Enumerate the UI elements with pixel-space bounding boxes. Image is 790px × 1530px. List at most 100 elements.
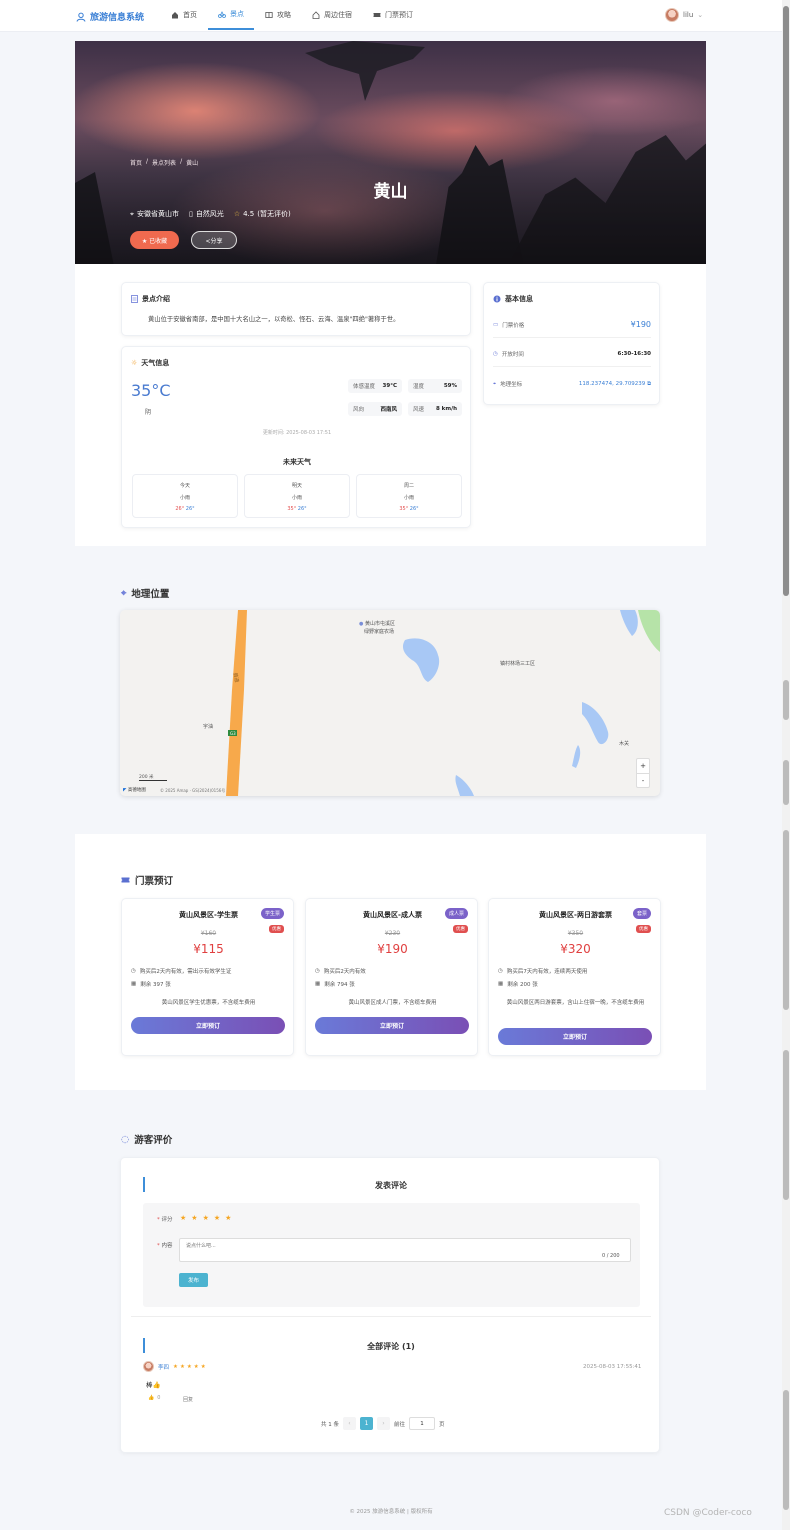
value: 59% (443, 383, 457, 389)
avatar (665, 8, 679, 22)
info-icon (493, 295, 501, 303)
comment-user[interactable]: 李四 (158, 1363, 169, 1371)
nav-item-ticket[interactable]: 门票预订 (373, 0, 413, 30)
page-button[interactable]: 1 (360, 1417, 373, 1430)
scroll-thumb[interactable] (783, 6, 789, 596)
zoom-control: + - (636, 758, 650, 788)
share-button[interactable]: <分享 (191, 231, 237, 249)
original-price: ¥230 (384, 930, 401, 937)
nav-item-guide[interactable]: 攻略 (265, 0, 291, 30)
scrollbar[interactable] (782, 0, 790, 1530)
validity-text: 购买后7天内有效，连续两天使用 (506, 969, 588, 975)
rating-stars[interactable]: ★ ★ ★ ★ ★ (180, 1214, 231, 1222)
map-view[interactable]: ● 黄山市屯溪区 绿野家庭农场 镇村林场三工区 宇油 木关 县道 G3 200 … (120, 610, 660, 796)
review-textarea[interactable] (179, 1238, 631, 1262)
ticket-validity: ◷ 购买后2天内有效，需出示有效学生证 (131, 967, 231, 975)
nav-item-scenic[interactable]: 景点 (208, 0, 254, 30)
star-icon[interactable]: ★ (191, 1214, 197, 1222)
ticket-type-badge: 套票 (632, 908, 651, 919)
like-button[interactable]: 👍 0 (148, 1395, 160, 1401)
card-title: 基本信息 (505, 295, 533, 303)
ticket-card: 黄山风景区-两日游套票 套票 优惠 ¥350 ¥320 ◷ 购买后7天内有效，连续… (488, 898, 661, 1056)
zoom-in-button[interactable]: + (637, 759, 649, 774)
star-icon[interactable]: ★ (180, 1214, 186, 1222)
highway-road (226, 610, 247, 796)
water-body (620, 610, 638, 636)
avatar (143, 1361, 154, 1372)
coord-value[interactable]: 118.237474, 29.709239 ⧉ (579, 381, 651, 388)
forecast-day-name: 今天 (179, 483, 190, 489)
water-body (402, 638, 440, 682)
map-label: 绿野家庭农场 (364, 629, 395, 635)
hero-banner: 首页 / 景点列表 / 黄山 黄山 ⌖ 安徽省黄山市 ▯ 自然风光 ☆ 4.5 (暂无评… (75, 41, 706, 264)
pagination: 共 1 条 ‹ 1 › 前往 1 页 (321, 1417, 445, 1430)
book-now-button[interactable]: 立即预订 (131, 1017, 285, 1034)
water-body (572, 745, 581, 768)
comment-time: 2025-08-03 17:55:41 (583, 1364, 642, 1370)
rating-value: 4.5 (243, 210, 255, 218)
coord-text: 118.237474, 29.709239 (578, 380, 646, 387)
document-icon (131, 295, 138, 303)
forecast-high: 35° (287, 506, 297, 512)
weather-condition: 阴 (145, 409, 152, 416)
location: ⌖ 安徽省黄山市 (130, 209, 179, 219)
ticket-desc: 黄山风景区两日游套票，含山上住宿一晚，不含缆车费用 (506, 1000, 645, 1006)
book-now-button[interactable]: 立即预订 (498, 1028, 652, 1045)
hours-value: 6:30-16:30 (617, 351, 651, 357)
next-page-button[interactable]: › (377, 1417, 390, 1430)
forecast-day-name: 周二 (403, 483, 414, 489)
ticket-validity: ◷ 购买后2天内有效 (315, 967, 366, 975)
star-icon[interactable]: ★ (214, 1214, 220, 1222)
calendar-icon: ▦ (498, 981, 504, 987)
nav-item-home[interactable]: 首页 (171, 0, 197, 30)
amap-logo-icon: ◤ (123, 788, 127, 793)
original-price: ¥160 (200, 930, 217, 937)
label-text: 内容 (161, 1243, 173, 1249)
review-panel: 发表评论 * 评分 ★ ★ ★ ★ ★ * 内容 0 / 200 发布 全部评论 (1)… (120, 1157, 660, 1453)
reply-button[interactable]: 回复 (183, 1396, 193, 1403)
publish-button[interactable]: 发布 (179, 1273, 208, 1287)
breadcrumb-item[interactable]: 首页 (130, 158, 142, 167)
breadcrumb-item[interactable]: 景点列表 (152, 158, 176, 167)
zoom-out-button[interactable]: - (637, 774, 649, 788)
price-row: ▭ 门票价格 ¥190 (493, 320, 651, 338)
like-count: 0 (157, 1395, 161, 1401)
value: 39°C (382, 383, 397, 389)
home-icon (172, 12, 178, 19)
user-menu[interactable]: lilu ⌄ (665, 8, 703, 22)
nav-item-hotel[interactable]: 周边住宿 (312, 0, 352, 30)
forecast-day-name: 明天 (291, 483, 302, 489)
forecast-low: 26° (297, 506, 307, 512)
brand-name: 旅游信息系统 (90, 13, 145, 23)
section-title: 游客评价 (134, 1135, 173, 1146)
label: 开放时间 (501, 352, 524, 358)
top-navbar: 旅游信息系统 首页 景点 攻略 周边住宿 门票预订 lilu ⌄ (0, 0, 782, 32)
calendar-icon: ▦ (315, 981, 321, 987)
bookmark-icon: ▯ (188, 210, 193, 218)
page-title: 黄山 (373, 182, 408, 202)
value: 西南风 (380, 407, 397, 413)
ticket-price: ¥320 (560, 942, 591, 956)
ticket-card: 黄山风景区-学生票 学生票 优惠 ¥160 ¥115 ◷ 购买后2天内有效，需出示… (121, 898, 294, 1056)
forecast-condition: 小雨 (291, 495, 302, 501)
favorite-button[interactable]: ★ 已收藏 (130, 231, 179, 249)
copy-icon[interactable]: ⧉ (647, 381, 651, 387)
forecast-day: 今天 小雨 26° 26° (132, 474, 238, 518)
chevron-down-icon: ⌄ (697, 11, 704, 19)
map-canvas (226, 610, 660, 796)
ticket-icon (373, 13, 381, 17)
breadcrumb-sep: / (180, 158, 183, 165)
book-now-button[interactable]: 立即预订 (315, 1017, 469, 1034)
scroll-mark (783, 680, 789, 720)
map-label: 镇村林场三工区 (500, 661, 536, 667)
ticket-icon (121, 877, 130, 883)
prev-page-button[interactable]: ‹ (343, 1417, 356, 1430)
nav-label: 攻略 (277, 11, 291, 19)
page-jump-input[interactable]: 1 (409, 1417, 436, 1430)
comment-text: 棒👍 (146, 1381, 161, 1389)
brand-logo[interactable]: 旅游信息系统 (76, 10, 144, 23)
star-icon[interactable]: ★ (225, 1214, 231, 1222)
forecast-low: 26° (409, 506, 419, 512)
label: 体感温度 (353, 384, 376, 390)
star-icon[interactable]: ★ (203, 1214, 209, 1222)
